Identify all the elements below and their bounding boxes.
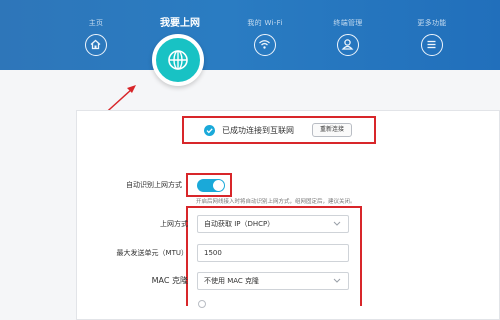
- connection-type-value: 自动获取 IP（DHCP）: [204, 220, 275, 228]
- connection-type-select[interactable]: 自动获取 IP（DHCP）: [197, 215, 349, 233]
- check-circle-icon: [204, 125, 215, 136]
- reconnect-button[interactable]: 重新连接: [312, 123, 352, 137]
- auto-detect-toggle[interactable]: [197, 179, 225, 192]
- mac-clone-value: 不使用 MAC 克隆: [204, 277, 260, 285]
- auto-detect-hint: 开启后网线接入时将自动识别上网方式，组网固定后，建议关闭。: [196, 199, 356, 205]
- mtu-label: 最大发送单元（MTU）: [116, 249, 188, 257]
- mtu-value: 1500: [204, 249, 222, 257]
- connection-status-text: 已成功连接到互联网: [222, 126, 294, 135]
- mtu-input[interactable]: 1500: [197, 244, 349, 262]
- toggle-knob: [213, 180, 224, 191]
- auto-detect-highlight: [186, 173, 232, 197]
- chevron-down-icon: [333, 278, 341, 283]
- chevron-down-icon: [333, 221, 341, 226]
- connection-status-box: 已成功连接到互联网 重新连接: [182, 116, 376, 144]
- mac-clone-label: MAC 克隆: [151, 276, 188, 285]
- connection-type-label: 上网方式: [160, 220, 188, 228]
- mac-clone-select[interactable]: 不使用 MAC 克隆: [197, 272, 349, 290]
- auto-detect-label: 自动识别上网方式: [126, 181, 182, 189]
- partial-radio-button[interactable]: [198, 300, 206, 308]
